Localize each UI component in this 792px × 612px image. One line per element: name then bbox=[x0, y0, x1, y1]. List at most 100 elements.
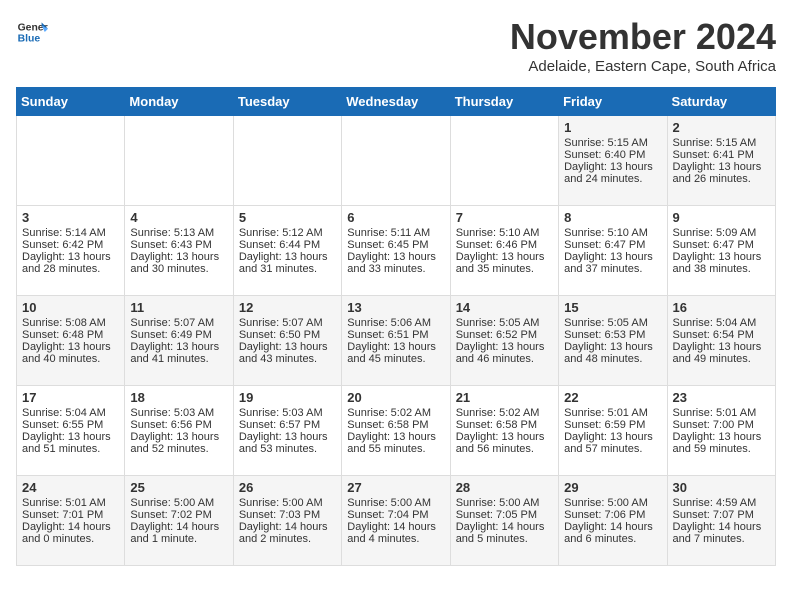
day-info-line: Sunset: 6:58 PM bbox=[456, 419, 553, 431]
calendar-cell: 13Sunrise: 5:06 AMSunset: 6:51 PMDayligh… bbox=[342, 296, 450, 386]
day-info-line: Sunrise: 5:05 AM bbox=[456, 317, 553, 329]
day-info-line: Daylight: 14 hours bbox=[456, 521, 553, 533]
day-info-line: Sunrise: 5:11 AM bbox=[347, 227, 444, 239]
day-number: 18 bbox=[130, 390, 227, 405]
calendar-cell: 22Sunrise: 5:01 AMSunset: 6:59 PMDayligh… bbox=[559, 386, 667, 476]
calendar-cell: 6 Sunrise: 5:11 AMSunset: 6:45 PMDaylight… bbox=[342, 206, 450, 296]
day-number: 26 bbox=[239, 480, 336, 495]
title-block: November 2024 Adelaide, Eastern Cape, So… bbox=[510, 16, 776, 75]
calendar-cell: 25 Sunrise: 5:00 AMSunset: 7:02 PMDayligh… bbox=[125, 476, 233, 566]
day-info-line: Daylight: 13 hours bbox=[130, 431, 227, 443]
day-info-line: Sunrise: 5:10 AM bbox=[564, 227, 661, 239]
day-info-line: Daylight: 14 hours bbox=[22, 521, 119, 533]
day-info-line: Sunset: 7:03 PM bbox=[239, 509, 336, 521]
calendar-cell: 11Sunrise: 5:07 AMSunset: 6:49 PMDayligh… bbox=[125, 296, 233, 386]
day-info-line: Sunrise: 5:00 AM bbox=[130, 497, 227, 509]
day-info-line: and 43 minutes. bbox=[239, 353, 336, 365]
day-number: 4 bbox=[130, 210, 227, 225]
calendar-cell: 15Sunrise: 5:05 AMSunset: 6:53 PMDayligh… bbox=[559, 296, 667, 386]
day-info-line: Sunrise: 5:15 AM bbox=[564, 137, 661, 149]
day-info-line: Sunset: 7:07 PM bbox=[673, 509, 770, 521]
day-info-line: Sunrise: 5:15 AM bbox=[673, 137, 770, 149]
day-number: 29 bbox=[564, 480, 661, 495]
day-info-line: Sunset: 6:52 PM bbox=[456, 329, 553, 341]
day-info-line: Sunset: 6:51 PM bbox=[347, 329, 444, 341]
calendar-cell: 23Sunrise: 5:01 AMSunset: 7:00 PMDayligh… bbox=[667, 386, 775, 476]
day-info-line: Sunset: 7:04 PM bbox=[347, 509, 444, 521]
day-info-line: Daylight: 13 hours bbox=[673, 341, 770, 353]
day-info-line: Sunrise: 5:00 AM bbox=[456, 497, 553, 509]
day-info-line: Daylight: 14 hours bbox=[239, 521, 336, 533]
day-info-line: Sunset: 6:59 PM bbox=[564, 419, 661, 431]
day-number: 15 bbox=[564, 300, 661, 315]
day-info-line: Sunset: 7:05 PM bbox=[456, 509, 553, 521]
day-info-line: Sunset: 6:43 PM bbox=[130, 239, 227, 251]
day-info-line: Sunrise: 4:59 AM bbox=[673, 497, 770, 509]
day-info-line: Sunrise: 5:02 AM bbox=[347, 407, 444, 419]
calendar-week-row: 3Sunrise: 5:14 AMSunset: 6:42 PMDaylight… bbox=[17, 206, 776, 296]
day-info-line: and 59 minutes. bbox=[673, 443, 770, 455]
day-info-line: and 51 minutes. bbox=[22, 443, 119, 455]
day-info-line: Sunrise: 5:10 AM bbox=[456, 227, 553, 239]
day-number: 25 bbox=[130, 480, 227, 495]
day-info-line: and 6 minutes. bbox=[564, 533, 661, 545]
day-number: 2 bbox=[673, 120, 770, 135]
day-info-line: and 46 minutes. bbox=[456, 353, 553, 365]
day-info-line: Daylight: 13 hours bbox=[564, 341, 661, 353]
day-info-line: Sunset: 6:53 PM bbox=[564, 329, 661, 341]
day-info-line: Sunset: 7:06 PM bbox=[564, 509, 661, 521]
calendar-cell: 14Sunrise: 5:05 AMSunset: 6:52 PMDayligh… bbox=[450, 296, 558, 386]
day-number: 6 bbox=[347, 210, 444, 225]
calendar-cell bbox=[17, 116, 125, 206]
day-info-line: Daylight: 14 hours bbox=[673, 521, 770, 533]
day-info-line: Daylight: 14 hours bbox=[130, 521, 227, 533]
day-info-line: and 38 minutes. bbox=[673, 263, 770, 275]
day-info-line: and 45 minutes. bbox=[347, 353, 444, 365]
day-info-line: Sunset: 6:44 PM bbox=[239, 239, 336, 251]
day-info-line: Daylight: 13 hours bbox=[347, 251, 444, 263]
day-info-line: and 5 minutes. bbox=[456, 533, 553, 545]
day-info-line: Sunset: 6:40 PM bbox=[564, 149, 661, 161]
day-info-line: and 0 minutes. bbox=[22, 533, 119, 545]
calendar-cell: 1Sunrise: 5:15 AMSunset: 6:40 PMDaylight… bbox=[559, 116, 667, 206]
day-number: 19 bbox=[239, 390, 336, 405]
day-info-line: Sunrise: 5:01 AM bbox=[673, 407, 770, 419]
logo-icon: General Blue bbox=[16, 16, 48, 48]
calendar-cell: 10Sunrise: 5:08 AMSunset: 6:48 PMDayligh… bbox=[17, 296, 125, 386]
day-info-line: Daylight: 14 hours bbox=[564, 521, 661, 533]
day-info-line: Daylight: 13 hours bbox=[130, 251, 227, 263]
calendar-cell bbox=[450, 116, 558, 206]
day-info-line: and 48 minutes. bbox=[564, 353, 661, 365]
day-info-line: Sunset: 6:46 PM bbox=[456, 239, 553, 251]
calendar-cell: 29Sunrise: 5:00 AMSunset: 7:06 PMDayligh… bbox=[559, 476, 667, 566]
day-info-line: and 7 minutes. bbox=[673, 533, 770, 545]
day-info-line: and 24 minutes. bbox=[564, 173, 661, 185]
day-info-line: and 37 minutes. bbox=[564, 263, 661, 275]
svg-text:Blue: Blue bbox=[18, 34, 41, 45]
day-info-line: Daylight: 14 hours bbox=[347, 521, 444, 533]
weekday-header-friday: Friday bbox=[559, 88, 667, 116]
day-info-line: and 28 minutes. bbox=[22, 263, 119, 275]
day-info-line: Daylight: 13 hours bbox=[456, 431, 553, 443]
calendar-week-row: 10Sunrise: 5:08 AMSunset: 6:48 PMDayligh… bbox=[17, 296, 776, 386]
day-info-line: Sunset: 7:02 PM bbox=[130, 509, 227, 521]
day-info-line: and 40 minutes. bbox=[22, 353, 119, 365]
calendar-table: SundayMondayTuesdayWednesdayThursdayFrid… bbox=[16, 87, 776, 566]
day-info-line: Daylight: 13 hours bbox=[22, 431, 119, 443]
calendar-cell: 21Sunrise: 5:02 AMSunset: 6:58 PMDayligh… bbox=[450, 386, 558, 476]
day-info-line: Daylight: 13 hours bbox=[239, 431, 336, 443]
day-info-line: and 26 minutes. bbox=[673, 173, 770, 185]
location-subtitle: Adelaide, Eastern Cape, South Africa bbox=[510, 58, 776, 75]
weekday-header-tuesday: Tuesday bbox=[233, 88, 341, 116]
day-info-line: and 30 minutes. bbox=[130, 263, 227, 275]
day-number: 14 bbox=[456, 300, 553, 315]
weekday-header-wednesday: Wednesday bbox=[342, 88, 450, 116]
day-number: 5 bbox=[239, 210, 336, 225]
calendar-cell: 26 Sunrise: 5:00 AMSunset: 7:03 PMDayligh… bbox=[233, 476, 341, 566]
day-info-line: Sunset: 6:45 PM bbox=[347, 239, 444, 251]
day-info-line: Sunrise: 5:01 AM bbox=[22, 497, 119, 509]
day-number: 11 bbox=[130, 300, 227, 315]
day-info-line: Sunrise: 5:00 AM bbox=[239, 497, 336, 509]
day-number: 13 bbox=[347, 300, 444, 315]
day-info-line: and 53 minutes. bbox=[239, 443, 336, 455]
